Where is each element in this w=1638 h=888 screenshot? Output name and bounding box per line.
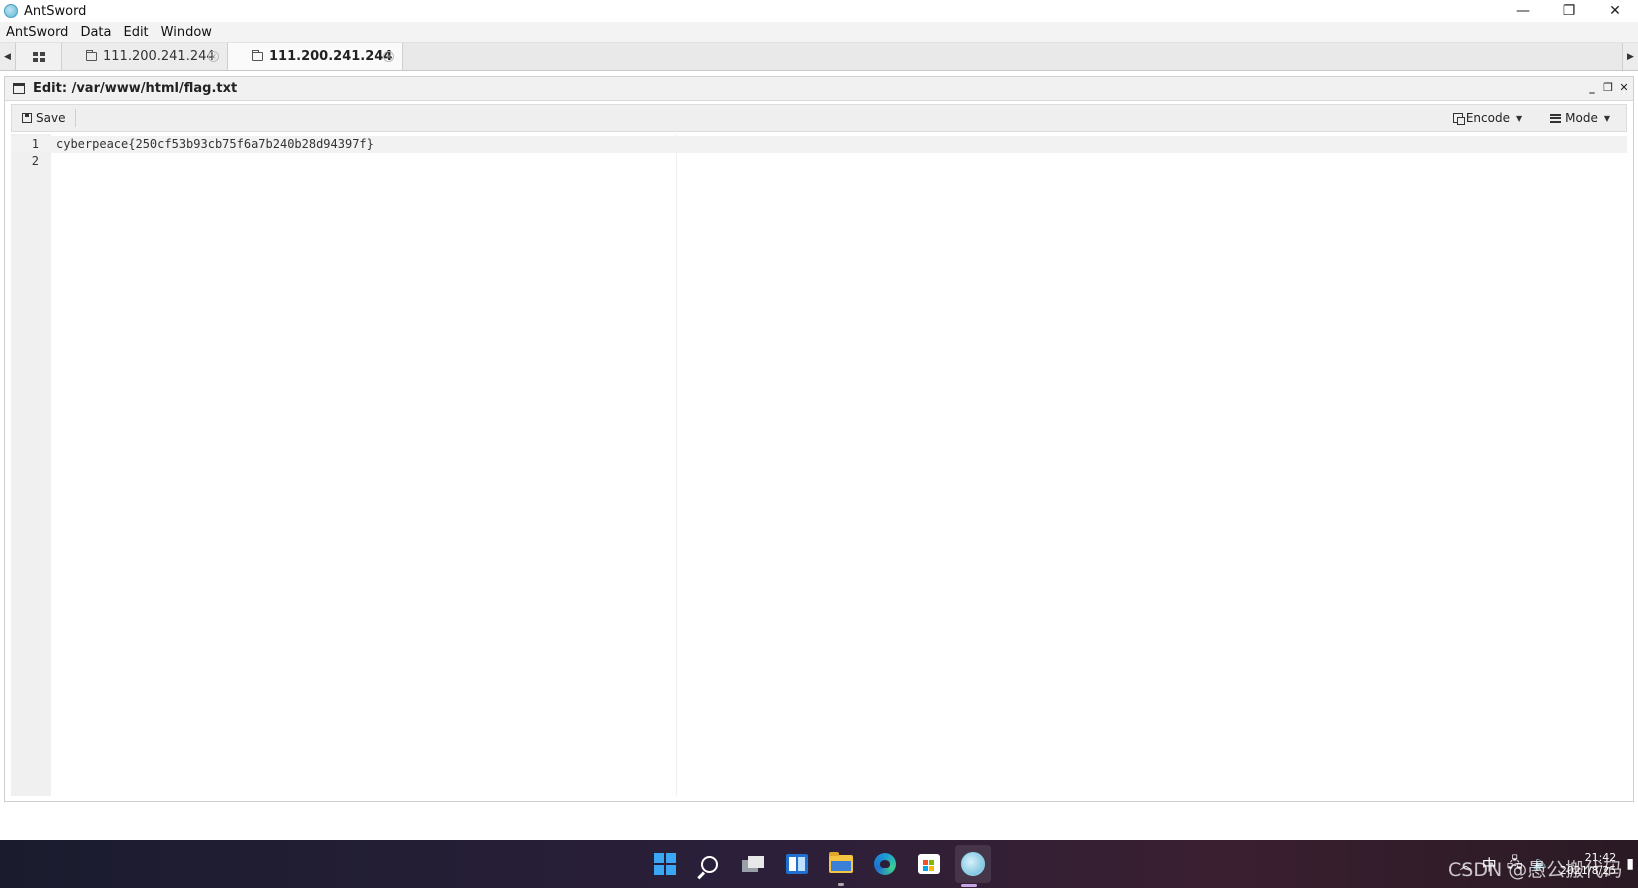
tab-scroll-left-button[interactable]: ◀ — [0, 43, 16, 70]
tab-label: 111.200.241.244 — [103, 49, 215, 64]
tab-shell-2[interactable]: 111.200.241.244 × — [228, 43, 404, 70]
folder-icon — [86, 50, 97, 61]
code-editor[interactable]: 1 cyberpeace{250cf53b93cb75f6a7b240b28d9… — [11, 134, 1627, 796]
grid-icon — [32, 52, 45, 62]
start-button[interactable] — [649, 848, 681, 880]
toolbar-separator — [75, 109, 77, 127]
editor-line[interactable]: 2 — [11, 153, 1627, 170]
menu-bar: AntSword Data Edit Window — [0, 22, 1638, 43]
task-view-icon — [742, 856, 764, 872]
encode-dropdown[interactable]: Encode ▼ — [1443, 111, 1532, 125]
encode-icon — [1452, 113, 1465, 125]
antsword-taskbar-button[interactable] — [955, 845, 991, 883]
chevron-down-icon: ▼ — [1603, 113, 1610, 123]
print-margin — [676, 134, 677, 796]
windows-start-icon — [654, 853, 676, 875]
window-controls: — ❐ ✕ — [1500, 0, 1638, 22]
save-icon — [22, 113, 32, 123]
edge-icon — [874, 853, 896, 875]
open-indicator — [838, 883, 844, 886]
window-icon — [13, 83, 25, 94]
close-button[interactable]: ✕ — [1592, 0, 1638, 22]
file-explorer-icon — [829, 852, 853, 873]
panel-close-icon[interactable]: ✕ — [1619, 81, 1629, 94]
mode-label: Mode — [1565, 111, 1598, 125]
watermark: CSDN @愚公搬代码 — [1448, 859, 1623, 881]
antsword-icon — [961, 852, 985, 876]
folder-icon — [252, 50, 263, 61]
toolbar-right-group: Encode ▼ Mode ▼ — [1443, 105, 1620, 131]
line-number-gutter — [11, 134, 51, 796]
store-icon — [918, 854, 940, 874]
list-icon — [1550, 113, 1562, 123]
minimize-button[interactable]: — — [1500, 0, 1546, 22]
editor-line[interactable]: 1 cyberpeace{250cf53b93cb75f6a7b240b28d9… — [11, 136, 1627, 153]
widgets-icon — [786, 854, 808, 874]
editor-panel-title: Edit: /var/www/html/flag.txt — [33, 81, 238, 96]
notification-icon[interactable]: ▮ — [1626, 856, 1634, 872]
task-view-button[interactable] — [737, 848, 769, 880]
search-button[interactable] — [693, 848, 725, 880]
editor-panel-header: Edit: /var/www/html/flag.txt _ ❐ ✕ — [5, 77, 1633, 101]
menu-data[interactable]: Data — [74, 25, 117, 40]
taskbar — [0, 840, 1638, 888]
title-bar: AntSword — ❐ ✕ — [0, 0, 1638, 22]
widgets-button[interactable] — [781, 848, 813, 880]
tab-close-icon[interactable]: × — [208, 51, 219, 62]
encode-label: Encode — [1465, 111, 1510, 125]
restore-button[interactable]: ❐ — [1546, 0, 1592, 22]
window-title: AntSword — [24, 3, 87, 19]
tab-bar: ◀ 111.200.241.244 × 111.200.241.244 × ▶ — [0, 43, 1638, 71]
antsword-logo-icon — [4, 4, 18, 18]
search-icon — [700, 855, 718, 873]
menu-window[interactable]: Window — [155, 25, 218, 40]
save-button[interactable]: Save — [12, 111, 75, 125]
editor-toolbar: Save Encode ▼ Mode ▼ — [11, 104, 1627, 132]
save-label: Save — [36, 111, 66, 125]
active-indicator — [961, 884, 977, 887]
line-number: 2 — [31, 154, 39, 168]
panel-maximize-icon[interactable]: ❐ — [1603, 81, 1613, 94]
tab-home-grid[interactable] — [16, 43, 62, 70]
chevron-down-icon: ▼ — [1515, 113, 1523, 123]
tab-scroll-right-button[interactable]: ▶ — [1622, 43, 1638, 70]
menu-edit[interactable]: Edit — [117, 25, 154, 40]
file-explorer-button[interactable] — [825, 848, 857, 880]
menu-antsword[interactable]: AntSword — [0, 25, 74, 40]
tab-shell-1[interactable]: 111.200.241.244 × — [62, 43, 228, 70]
tab-label: 111.200.241.244 — [269, 49, 393, 64]
edge-button[interactable] — [869, 848, 901, 880]
line-number: 1 — [31, 137, 39, 151]
store-button[interactable] — [913, 848, 945, 880]
mode-dropdown[interactable]: Mode ▼ — [1540, 111, 1620, 125]
line-text: cyberpeace{250cf53b93cb75f6a7b240b28d943… — [56, 137, 374, 151]
editor-panel: Edit: /var/www/html/flag.txt _ ❐ ✕ Save … — [4, 76, 1634, 802]
panel-minimize-icon[interactable]: _ — [1587, 81, 1597, 94]
panel-controls: _ ❐ ✕ — [1587, 81, 1629, 94]
tab-close-icon[interactable]: × — [383, 51, 395, 62]
